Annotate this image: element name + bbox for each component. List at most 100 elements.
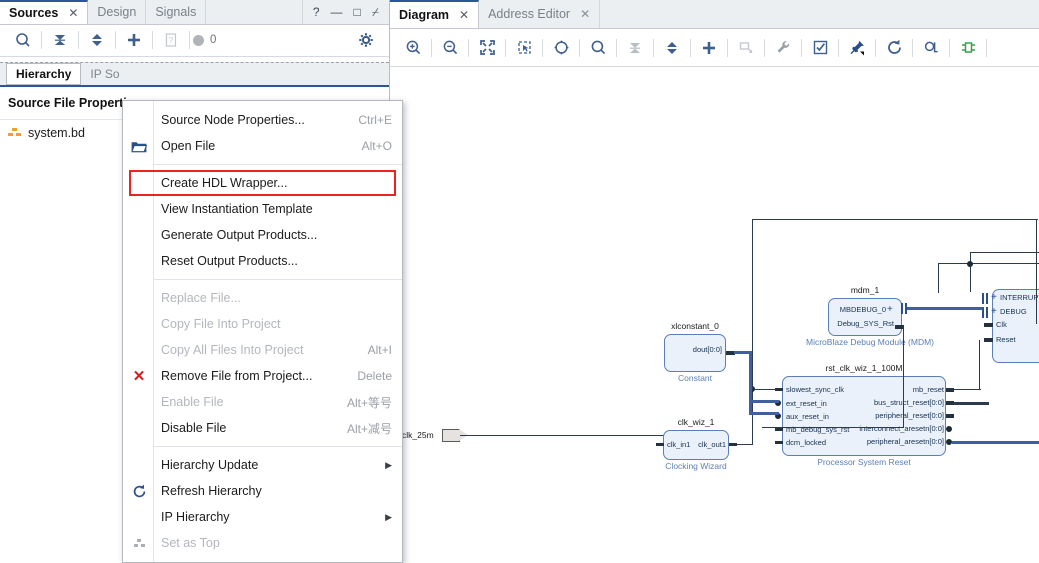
toolbar-divider [764, 38, 765, 57]
tab-sources[interactable]: Sources ✕ [0, 0, 89, 24]
plus-icon[interactable]: + [991, 307, 997, 317]
minimize-icon[interactable]: — [331, 6, 343, 18]
menu-separator [153, 279, 402, 280]
optimize-routing-icon[interactable] [916, 35, 946, 61]
diagram-toolbar [390, 29, 1039, 67]
wire-clk-top [752, 219, 1038, 221]
maximize-icon[interactable]: □ [354, 6, 361, 18]
collapse-all-icon[interactable] [45, 27, 75, 53]
plus-icon[interactable]: + [887, 305, 893, 315]
tab-address-editor-label: Address Editor [488, 7, 571, 21]
tab-design[interactable]: Design [88, 0, 147, 24]
add-sources-icon[interactable] [119, 27, 149, 53]
toolbar-divider [505, 38, 506, 57]
sources-tree[interactable]: ▼ Design Sources (1) system (system.bd) … [0, 56, 389, 62]
status-count: 0 [193, 27, 216, 53]
menu-item-shortcut: Alt+减号 [346, 421, 392, 436]
regenerate-layout-icon[interactable] [879, 35, 909, 61]
menu-item-shortcut: Ctrl+E [358, 113, 392, 127]
block-label-mdm: mdm_1 [850, 285, 880, 295]
menu-item-reset-output-products[interactable]: Reset Output Products... [123, 248, 402, 274]
zoom-target-icon[interactable] [546, 35, 576, 61]
search-icon[interactable] [583, 35, 613, 61]
pin-clk-out1: clk_out1 [698, 440, 726, 449]
bus-bar [986, 307, 988, 318]
close-icon[interactable]: ✕ [68, 7, 78, 19]
source-context-menu[interactable]: Source Node Properties... Ctrl+E Open Fi… [122, 100, 403, 563]
gear-icon[interactable] [351, 27, 381, 53]
tab-ip-sources[interactable]: IP So [81, 64, 128, 84]
block-design-canvas[interactable]: clk_25m xlconstant_0 dout[0:0] Constant … [390, 67, 1039, 543]
tab-hierarchy[interactable]: Hierarchy [6, 62, 82, 85]
tab-signals[interactable]: Signals [146, 0, 207, 24]
external-port-label: clk_25m [402, 430, 434, 440]
wire-const-ext [749, 400, 779, 404]
close-icon[interactable]: ✕ [459, 9, 469, 21]
menu-item-disable-file[interactable]: Disable File Alt+减号 [123, 415, 402, 441]
menu-item-shortcut: Alt+I [367, 343, 392, 357]
red-x-icon: ✕ [132, 367, 146, 385]
menu-item-source-node-properties[interactable]: Source Node Properties... Ctrl+E [123, 107, 402, 133]
wire-frame-h2 [938, 263, 1039, 265]
expand-all-icon[interactable] [82, 27, 112, 53]
menu-item-create-hdl-wrapper[interactable]: Create HDL Wrapper... [123, 170, 402, 196]
help-icon[interactable]: ? [313, 6, 320, 18]
menu-item-label: IP Hierarchy [161, 510, 230, 524]
pin-stub [775, 388, 783, 391]
folder-open-icon [130, 138, 148, 154]
menu-item-open-file[interactable]: Open File Alt+O [123, 133, 402, 159]
close-icon[interactable]: ✕ [580, 8, 590, 20]
zoom-out-icon[interactable] [435, 35, 465, 61]
status-dot-icon [193, 34, 204, 46]
toolbar-divider [875, 38, 876, 57]
bus-bar [986, 293, 988, 304]
menu-item-shortcut: Delete [357, 369, 392, 383]
plus-icon[interactable]: + [991, 293, 997, 303]
wire-clk25m [460, 435, 665, 437]
wire-dbgrst-v [903, 326, 905, 427]
wire-mbreset [953, 389, 981, 391]
external-port-clk25m[interactable] [442, 429, 468, 442]
menu-item-label: Enable File [161, 395, 224, 409]
add-ip-icon[interactable] [694, 35, 724, 61]
expand-all-icon[interactable] [657, 35, 687, 61]
document-question-icon: ? [156, 27, 186, 53]
block-design-icon [8, 127, 21, 139]
menu-item-label: Remove File from Project... [161, 369, 313, 383]
menu-item-generate-output-products[interactable]: Generate Output Products... [123, 222, 402, 248]
float-icon[interactable]: ⌿ [372, 6, 379, 18]
menu-item-ip-hierarchy[interactable]: IP Hierarchy ▶ [123, 504, 402, 530]
toolbar-divider [579, 38, 580, 57]
block-sub-mdm: MicroBlaze Debug Module (MDM) [806, 337, 935, 347]
menu-item-view-instantiation-template[interactable]: View Instantiation Template [123, 196, 402, 222]
menu-item-remove-file-from-project[interactable]: ✕ Remove File from Project... Delete [123, 363, 402, 389]
validate-design-icon[interactable] [805, 35, 835, 61]
pin-clk: Clk [996, 320, 1007, 329]
pin-icon[interactable] [842, 35, 872, 61]
menu-item-refresh-hierarchy[interactable]: Refresh Hierarchy [123, 478, 402, 504]
vivado-window: Sources ✕ Design Signals ? — □ ⌿ ? 0 Hie… [0, 0, 1039, 563]
zoom-area-icon[interactable] [509, 35, 539, 61]
menu-item-copy-file-into-project: Copy File Into Project [123, 311, 402, 337]
toolbar-divider [78, 31, 79, 50]
tab-diagram[interactable]: Diagram ✕ [390, 0, 480, 28]
zoom-fit-icon[interactable] [472, 35, 502, 61]
toolbar-divider [986, 38, 987, 57]
zoom-in-icon[interactable] [398, 35, 428, 61]
port-interface-icon[interactable] [953, 35, 983, 61]
menu-item-hierarchy-update[interactable]: Hierarchy Update ▶ [123, 452, 402, 478]
wire-mbdebug [907, 307, 983, 311]
menu-item-label: Set as Top [161, 536, 220, 550]
tab-address-editor[interactable]: Address Editor ✕ [479, 0, 601, 28]
settings-wrench-icon[interactable] [768, 35, 798, 61]
menu-item-label: Source Node Properties... [161, 113, 305, 127]
toolbar-divider [801, 38, 802, 57]
pin-debug: DEBUG [1000, 307, 1027, 316]
toolbar-divider [838, 38, 839, 57]
wire-clkout-h [752, 389, 776, 391]
search-icon[interactable] [8, 27, 38, 53]
pin-peripheral-aresetn: peripheral_aresetn[0:0] [866, 437, 944, 446]
menu-separator [153, 446, 402, 447]
menu-item-label: Refresh Hierarchy [161, 484, 262, 498]
toolbar-divider [727, 38, 728, 57]
